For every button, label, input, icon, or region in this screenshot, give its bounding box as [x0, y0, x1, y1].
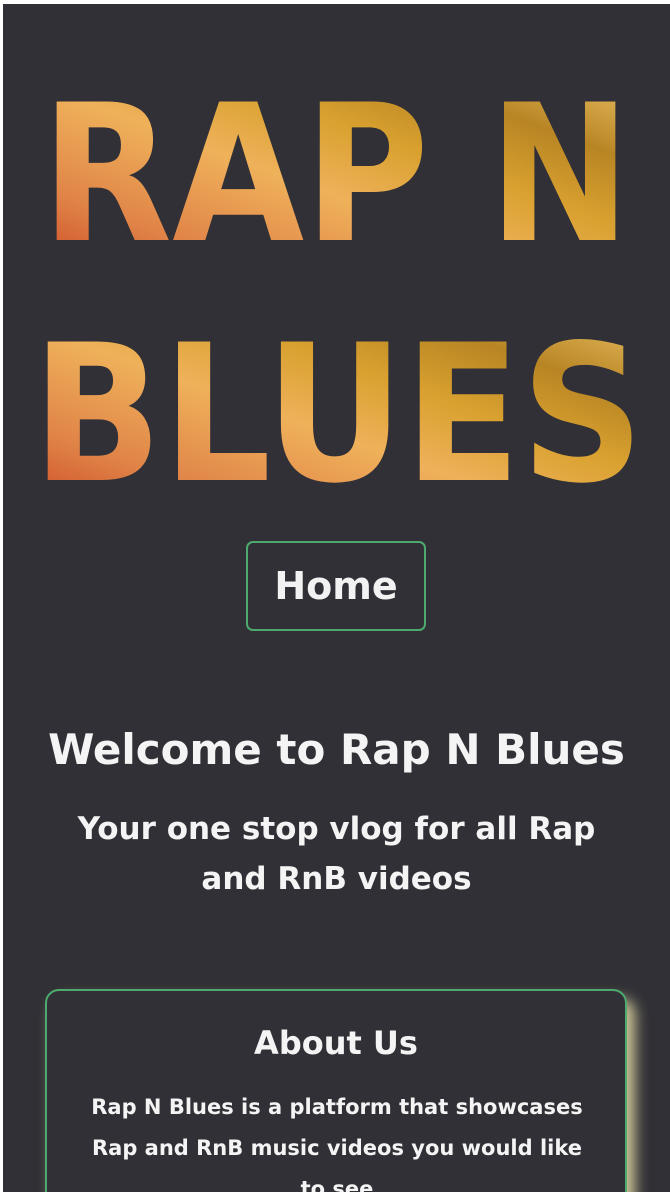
- page-title: Welcome to Rap N Blues: [48, 725, 625, 774]
- page: RAP N BLUES Home Welcome to Rap N Blues …: [3, 4, 670, 1192]
- page-subtitle: Your one stop vlog for all Rap and RnB v…: [77, 811, 596, 897]
- about-us-card: About Us Rap N Blues is a platform that …: [45, 989, 627, 1192]
- home-button[interactable]: Home: [246, 541, 426, 631]
- logo-line-2: BLUES: [32, 304, 644, 524]
- about-us-title: About Us: [254, 1024, 418, 1062]
- logo-line-1: RAP N: [41, 64, 631, 285]
- site-logo: RAP N BLUES: [32, 64, 644, 524]
- about-us-text: Rap N Blues is a platform that showcases…: [91, 1095, 583, 1192]
